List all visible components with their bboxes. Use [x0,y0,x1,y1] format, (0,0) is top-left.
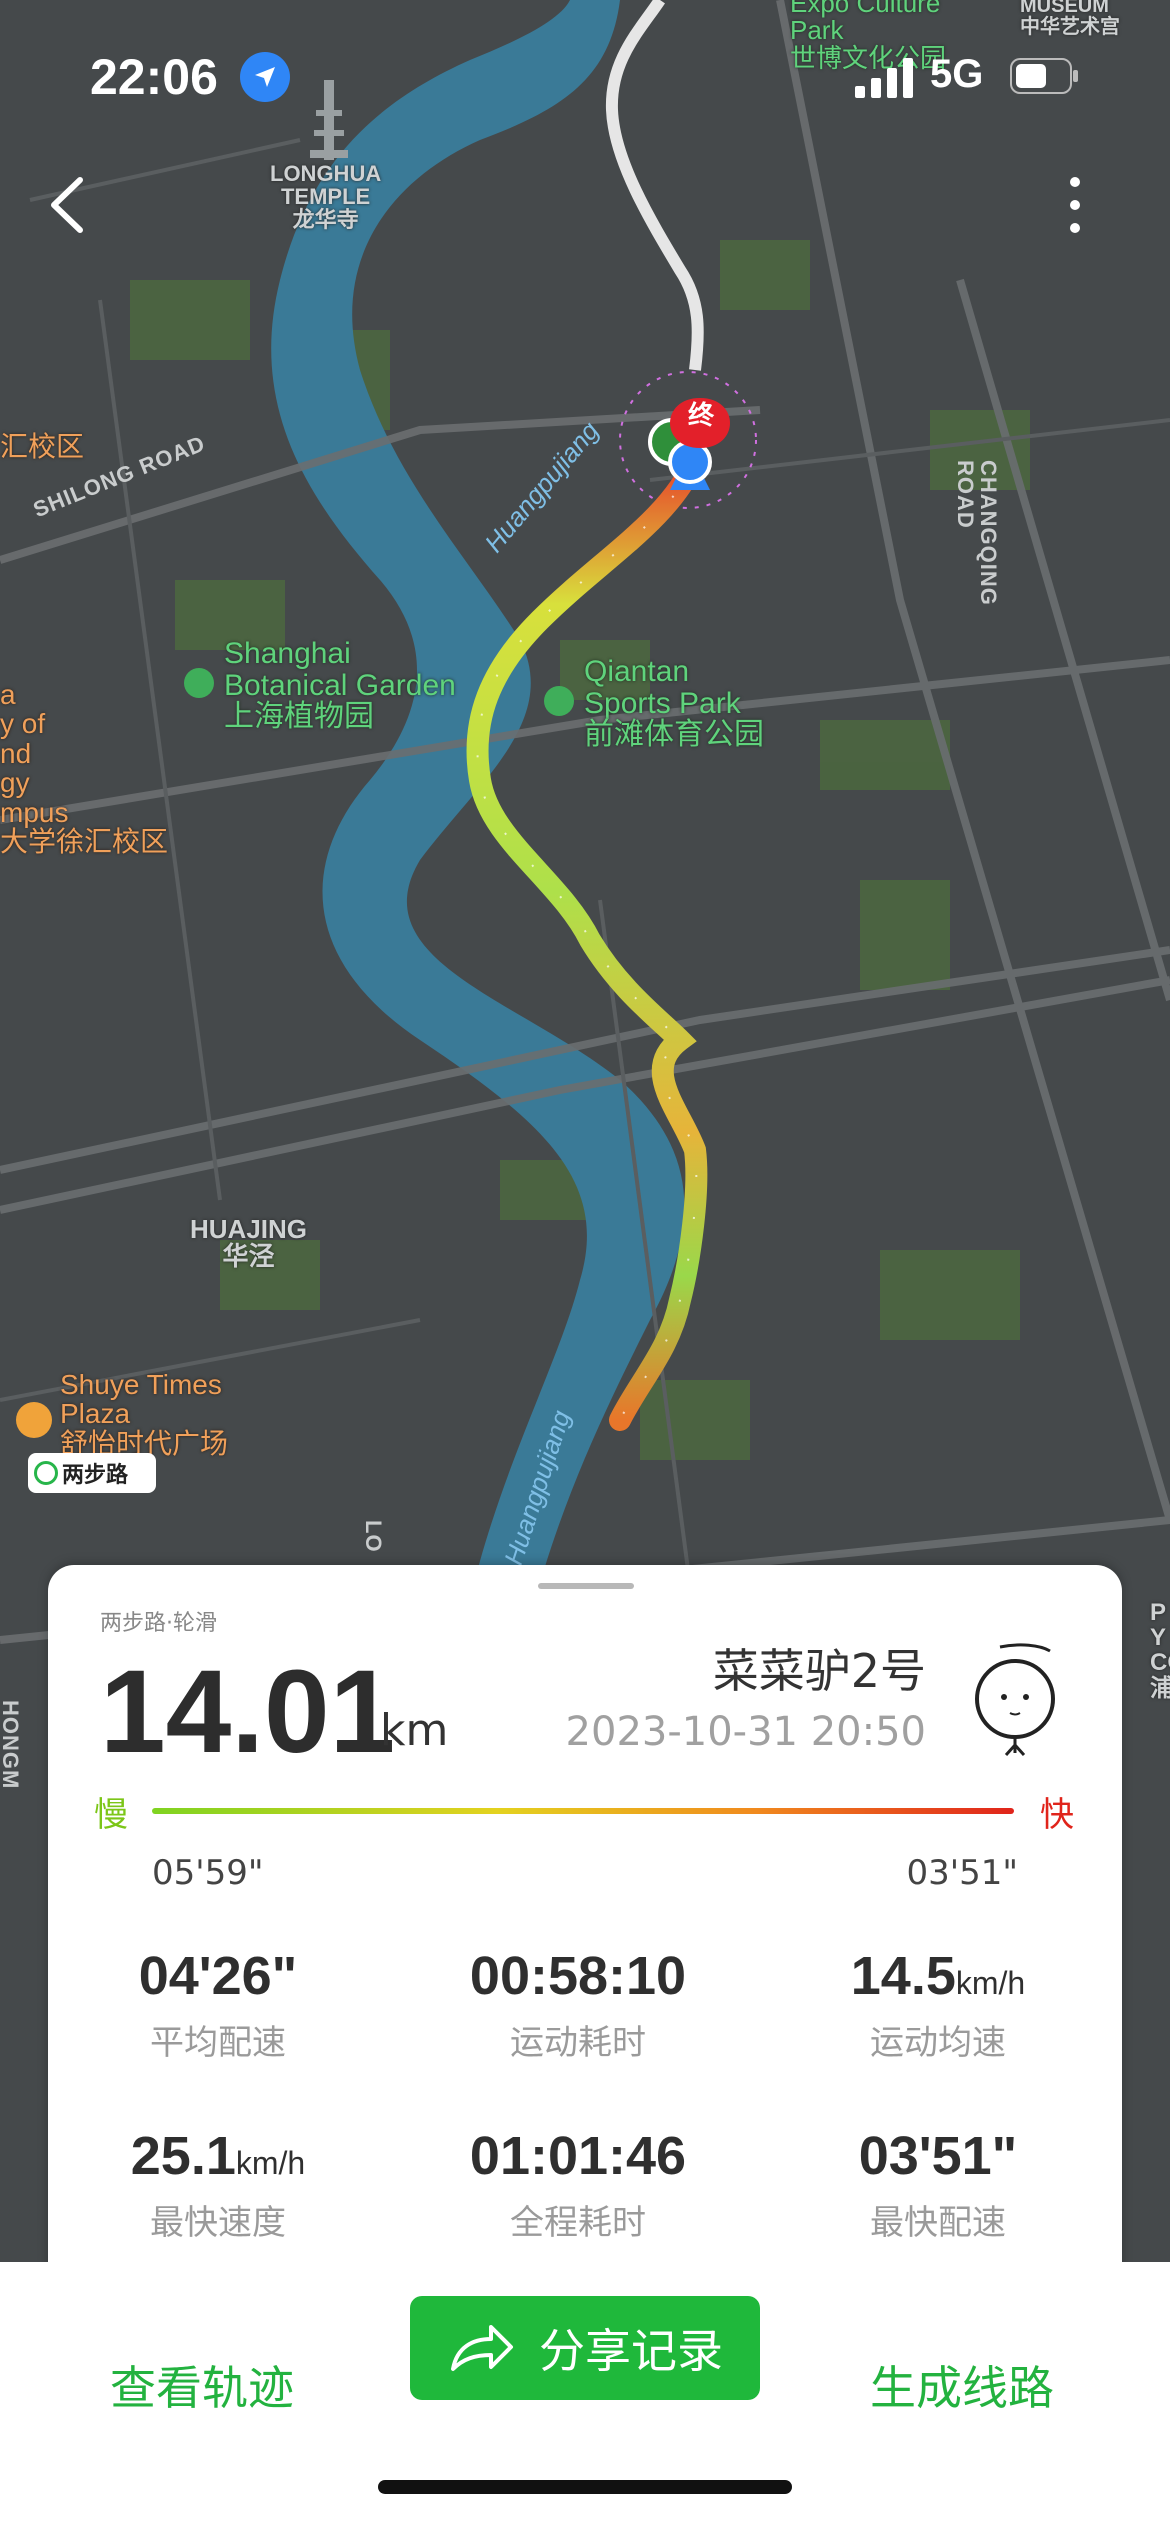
stat-value: 00:58:10 [469,1946,687,2006]
view-track-button[interactable]: 查看轨迹 [110,2352,294,2418]
home-indicator[interactable] [378,2480,792,2494]
share-record-button[interactable]: 分享记录 [410,2296,760,2400]
slow-label: 慢 [94,1795,128,1835]
generate-route-button[interactable]: 生成线路 [870,2352,1054,2418]
slowest-pace: 05'59" [152,1853,264,1893]
stat-label: 最快速度 [150,2203,286,2243]
stat-label: 全程耗时 [510,2203,646,2243]
botanical-garden-label: Shanghai Botanical Garden 上海植物园 [180,638,456,733]
share-arrow-icon [451,2325,513,2371]
activity-summary-card: 两步路·轮滑 14.01 km 菜菜驴2号 2023-10-31 20:50 慢… [48,1565,1122,2285]
activity-datetime: 2023-10-31 20:50 [565,1709,926,1755]
liangbulu-watermark: 两步路 [28,1453,156,1493]
longhua-label: LONGHUA TEMPLE 龙华寺 [270,161,382,233]
shuye-plaza-label: Shuye Times Plaza 舒怡时代广场 [60,1369,229,1459]
stat-value: 04'26" [138,1946,298,2006]
park-pin-icon [184,668,214,698]
partial-right-label: PY COL浦江 [1150,1599,1170,1702]
stat-moving-time: 00:58:10 运动耗时 [408,1945,748,2064]
back-arrow-icon[interactable] [40,170,100,240]
stat-label: 最快配速 [870,2203,1006,2243]
network-type: 5G [930,52,984,96]
campus-label-1: 汇校区 [0,431,85,462]
drag-handle[interactable] [538,1583,634,1589]
bottom-action-bar: 查看轨迹 分享记录 生成线路 [0,2262,1170,2532]
pace-gradient-bar [152,1808,1014,1814]
more-options-icon[interactable] [1055,170,1095,240]
stat-avg-speed: 14.5km/h 运动均速 [768,1945,1108,2064]
distance-value: 14.01 [100,1646,396,1778]
stat-total-time: 01:01:46 全程耗时 [408,2125,748,2244]
stat-value: 25.1 [130,2126,236,2186]
campus-label-2: ay of nd gy mpus 大学徐汇校区 [0,679,169,857]
end-marker-label: 终 [687,400,714,430]
stat-value: 14.5 [850,1946,956,2006]
signal-icon [855,58,913,98]
stat-value: 01:01:46 [469,2126,687,2186]
status-bar: 22:06 5G [0,0,1170,150]
stat-label: 平均配速 [150,2023,286,2063]
battery-icon [1010,58,1078,94]
distance-unit: km [380,1705,449,1756]
fast-label: 快 [1040,1795,1074,1835]
stat-label: 运动均速 [870,2023,1006,2063]
stat-suffix: km/h [235,2145,306,2181]
park-pin-icon [544,686,574,716]
username: 菜菜驴2号 [712,1644,926,1698]
stat-value: 03'51" [858,2126,1018,2186]
partial-road-label: LO [361,1520,386,1553]
stat-label: 运动耗时 [510,2023,646,2063]
stat-fastest-pace: 03'51" 最快配速 [768,2125,1108,2244]
stat-avg-pace: 04'26" 平均配速 [48,1945,388,2064]
stat-max-speed: 25.1km/h 最快速度 [48,2125,388,2244]
sport-type: 两步路·轮滑 [100,1611,217,1636]
fastest-pace-scale: 03'51" [906,1853,1018,1893]
liangbulu-logo-icon [34,1461,58,1485]
shopping-icon [16,1402,52,1438]
status-time: 22:06 [90,49,218,105]
location-arrow-icon [240,52,290,102]
changqing-road-label: CHANGQING ROAD [952,460,1001,606]
stat-suffix: km/h [955,1965,1026,2001]
partial-road-label-left: HONGM [0,1700,23,1790]
qiantan-sports-park-label: Qiantan Sports Park 前滩体育公园 [540,656,764,751]
share-record-label: 分享记录 [539,2324,723,2378]
avatar[interactable] [960,1641,1070,1761]
huajing-label: HUAJING 华泾 [190,1214,308,1272]
